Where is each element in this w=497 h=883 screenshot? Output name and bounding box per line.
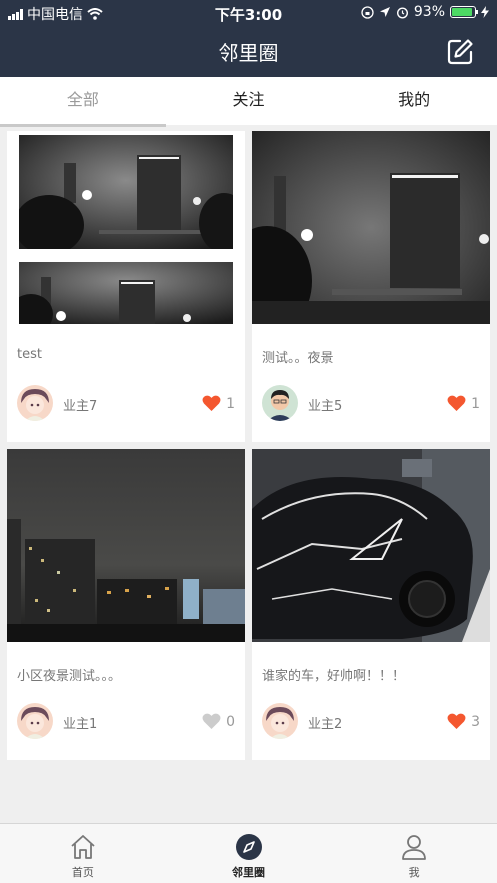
heart-outline-icon [202, 713, 221, 730]
post-card[interactable]: 测试。。夜景 业主5 1 [252, 131, 490, 442]
filter-tabs: 全部 关注 我的 [0, 77, 497, 127]
tab-home-label: 首页 [71, 866, 94, 879]
anime-avatar-icon [17, 703, 53, 739]
author-name: 业主2 [308, 717, 343, 732]
rotation-lock-icon [361, 5, 374, 19]
page-title: 邻里圈 [218, 41, 279, 65]
person-avatar-icon [262, 385, 298, 421]
tab-neighborhood-label: 邻里圈 [232, 866, 265, 879]
status-bar: 中国电信 下午3:00 93% [0, 0, 497, 26]
tab-me[interactable]: 我 [331, 824, 497, 883]
like-button[interactable]: 0 [202, 713, 235, 730]
author-name: 业主7 [63, 399, 98, 414]
author-name: 业主1 [63, 717, 98, 732]
like-button[interactable]: 1 [447, 395, 480, 412]
post-text: 测试。。夜景 [262, 351, 334, 366]
tab-neighborhood[interactable]: 邻里圈 [166, 824, 332, 883]
battery-percent: 93% [413, 4, 445, 20]
post-card[interactable]: 小区夜景测试。。。 业主1 0 [7, 449, 245, 760]
like-count: 3 [471, 713, 480, 730]
status-right: 93% [361, 4, 489, 20]
nav-bar: 邻里圈 [0, 26, 497, 77]
alarm-icon [396, 6, 408, 19]
post-image-night-building-2 [19, 262, 233, 324]
post-image-night-building [19, 135, 233, 249]
compass-icon [235, 834, 262, 860]
post-image-night-tower [252, 131, 490, 324]
avatar[interactable] [17, 385, 53, 421]
heart-icon [202, 395, 221, 412]
like-button[interactable]: 1 [202, 395, 235, 412]
tab-all[interactable]: 全部 [0, 77, 166, 127]
tab-home[interactable]: 首页 [0, 824, 166, 883]
tab-me-label: 我 [408, 866, 420, 879]
like-count: 1 [471, 395, 480, 412]
heart-icon [447, 713, 466, 730]
edit-icon [447, 39, 473, 65]
author-name: 业主5 [308, 399, 343, 414]
post-card[interactable]: 谁家的车，好帅啊！！！ 业主2 3 [252, 449, 490, 760]
tab-following[interactable]: 关注 [166, 77, 332, 125]
compose-button[interactable] [445, 37, 475, 67]
charging-icon [481, 6, 489, 18]
post-image-city-night [7, 449, 245, 642]
heart-icon [447, 395, 466, 412]
home-icon [71, 835, 95, 859]
tab-mine[interactable]: 我的 [331, 77, 497, 125]
battery-icon [450, 6, 478, 18]
anime-avatar-icon [17, 385, 53, 421]
like-count: 0 [226, 713, 235, 730]
post-text: 谁家的车，好帅啊！！！ [262, 669, 406, 684]
avatar[interactable] [262, 385, 298, 421]
avatar[interactable] [17, 703, 53, 739]
anime-avatar-icon [262, 703, 298, 739]
like-count: 1 [226, 395, 235, 412]
avatar[interactable] [262, 703, 298, 739]
location-icon [379, 7, 390, 17]
bottom-tab-bar: 首页 邻里圈 我 [0, 823, 497, 883]
post-text: test [17, 347, 42, 362]
user-icon [402, 835, 427, 860]
like-button[interactable]: 3 [447, 713, 480, 730]
post-card[interactable]: test 业主7 1 [7, 131, 245, 442]
post-image-sports-car [252, 449, 490, 642]
post-text: 小区夜景测试。。。 [17, 669, 122, 684]
